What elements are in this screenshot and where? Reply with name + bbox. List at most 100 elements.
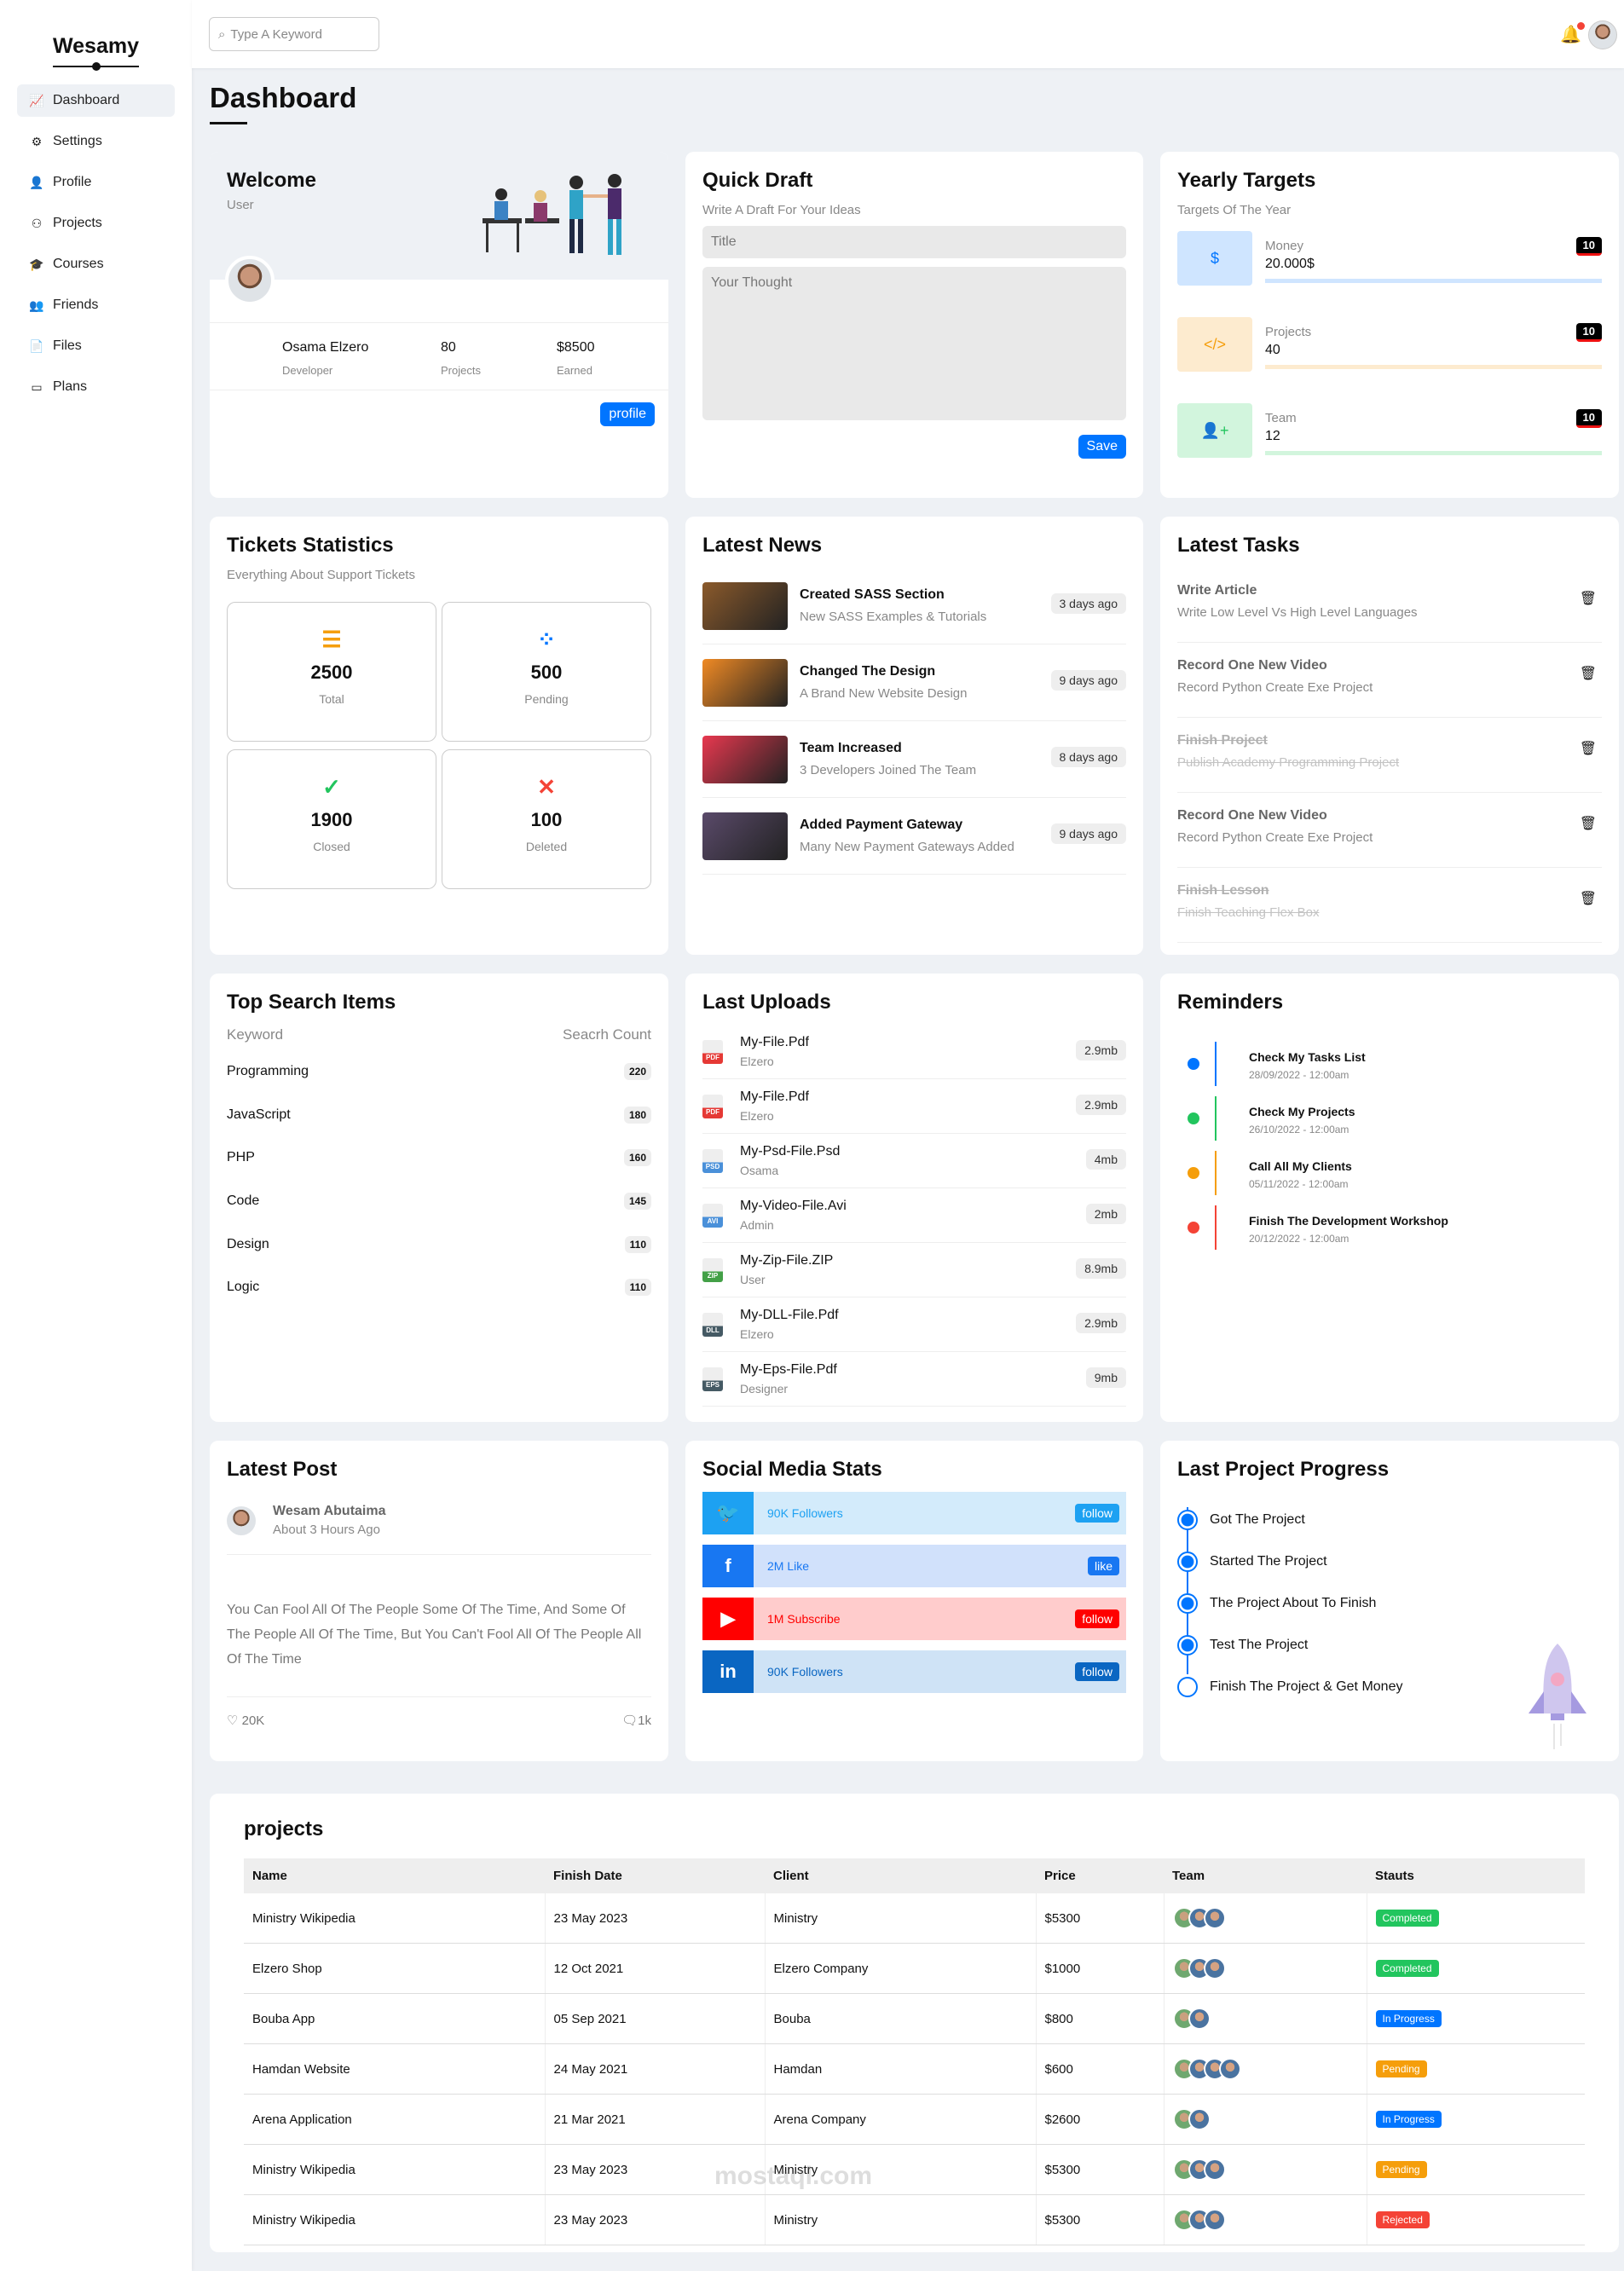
task-title: Record One New Video — [1177, 658, 1327, 673]
reminder-dot — [1188, 1222, 1199, 1234]
file-icon: DLL — [702, 1312, 723, 1337]
avatar[interactable] — [1588, 20, 1617, 49]
status-badge: Pending — [1375, 2161, 1427, 2178]
news-item[interactable]: Team Increased 3 Developers Joined The Te… — [702, 721, 1126, 798]
upload-item[interactable]: PDF My-File.Pdf Elzero 2.9mb — [702, 1079, 1126, 1134]
column-header: Finish Date — [545, 1858, 765, 1893]
upload-item[interactable]: PSD My-Psd-File.Psd Osama 4mb — [702, 1134, 1126, 1188]
trash-icon[interactable]: 🗑 — [1580, 665, 1597, 682]
cell-date: 24 May 2021 — [545, 2043, 766, 2095]
news-item[interactable]: Created SASS Section New SASS Examples & … — [702, 568, 1126, 644]
sidebar-item-label: Projects — [53, 216, 102, 230]
sidebar-item-settings[interactable]: ⚙ Settings — [17, 125, 175, 158]
team-avatars — [1172, 2008, 1358, 2030]
cell-price: $5300 — [1036, 2144, 1165, 2195]
social-button[interactable]: like — [1087, 1557, 1119, 1575]
earned-value: $8500 — [557, 340, 595, 355]
column-header: Team — [1164, 1858, 1367, 1893]
social-button[interactable]: follow — [1075, 1504, 1119, 1523]
reminder-item: Call All My Clients 05/11/2022 - 12:00am — [1177, 1146, 1602, 1200]
social-button[interactable]: follow — [1075, 1662, 1119, 1681]
cell-client: Ministry — [765, 1893, 1037, 1944]
topbar: ⌕ Type A Keyword 🔔 — [192, 0, 1624, 68]
upload-item[interactable]: ZIP My-Zip-File.ZIP User 8.9mb — [702, 1243, 1126, 1297]
upload-owner: Osama — [740, 1164, 779, 1177]
heart-icon: ♡ — [227, 1713, 239, 1728]
upload-owner: Admin — [740, 1218, 774, 1232]
target-label: Team — [1265, 411, 1297, 425]
draft-body-textarea[interactable]: Your Thought — [702, 267, 1126, 420]
cell-team — [1164, 2194, 1367, 2245]
sidebar-item-plans[interactable]: ▭ Plans — [17, 371, 175, 403]
user-role: Developer — [282, 364, 333, 377]
like-button[interactable]: ♡ 20K — [227, 1713, 264, 1728]
gear-icon: ⚙ — [31, 134, 43, 148]
task-item: Finish Project Publish Academy Programmin… — [1177, 718, 1602, 793]
reminder-date: 28/09/2022 - 12:00am — [1249, 1069, 1349, 1081]
sidebar-item-files[interactable]: 📄 Files — [17, 330, 175, 362]
ticket-label: Closed — [313, 840, 350, 853]
sidebar-item-projects[interactable]: ⚇ Projects — [17, 207, 175, 240]
upload-size: 2.9mb — [1076, 1095, 1126, 1115]
social-button[interactable]: follow — [1075, 1609, 1119, 1628]
cell-name: Arena Application — [244, 2094, 546, 2145]
ticket-icon: ✕ — [537, 774, 556, 800]
trash-icon[interactable]: 🗑 — [1580, 815, 1597, 832]
sidebar-item-friends[interactable]: 👥 Friends — [17, 289, 175, 321]
sidebar-item-dashboard[interactable]: 📈 Dashboard — [17, 84, 175, 117]
team-avatar — [1203, 1957, 1226, 1979]
news-time: 9 days ago — [1050, 823, 1126, 844]
upload-item[interactable]: AVI My-Video-File.Avi Admin 2mb — [702, 1188, 1126, 1243]
search-keyword: PHP — [227, 1150, 255, 1165]
news-title: Changed The Design — [800, 664, 936, 679]
upload-item[interactable]: DLL My-DLL-File.Pdf Elzero 2.9mb — [702, 1297, 1126, 1352]
post-body: You Can Fool All Of The People Some Of T… — [227, 1603, 642, 1667]
ticket-total: ☰ 2500 Total — [227, 602, 436, 742]
task-title: Write Article — [1177, 583, 1257, 598]
logo: Wesamy — [0, 34, 192, 71]
sidebar-item-label: Profile — [53, 175, 92, 189]
bell-icon[interactable]: 🔔 — [1560, 22, 1585, 45]
sidebar-item-courses[interactable]: 🎓 Courses — [17, 248, 175, 280]
trash-icon[interactable]: 🗑 — [1580, 890, 1597, 907]
credit-card-icon: ▭ — [31, 379, 43, 394]
post-title: Latest Post — [227, 1458, 338, 1481]
step-label: Test The Project — [1210, 1637, 1309, 1652]
task-desc: Write Low Level Vs High Level Languages — [1177, 605, 1418, 620]
count-header: Seacrh Count — [563, 1026, 651, 1043]
save-button[interactable]: Save — [1078, 435, 1126, 459]
task-item: Record One New Video Record Python Create… — [1177, 793, 1602, 868]
search-input[interactable]: ⌕ Type A Keyword — [209, 17, 379, 51]
target-icon: 👤+ — [1177, 403, 1252, 458]
search-keyword: Programming — [227, 1064, 309, 1079]
reminder-dot — [1188, 1112, 1199, 1124]
upload-name: My-File.Pdf — [740, 1089, 809, 1104]
news-thumbnail — [702, 581, 788, 630]
step-label: Finish The Project & Get Money — [1210, 1679, 1403, 1694]
ticket-pending: ⁘ 500 Pending — [442, 602, 651, 742]
comment-button[interactable]: 🗨1k — [621, 1713, 651, 1728]
trash-icon[interactable]: 🗑 — [1580, 590, 1597, 607]
profile-button[interactable]: profile — [600, 402, 655, 426]
reminder-title: Call All My Clients — [1249, 1159, 1352, 1173]
upload-item[interactable]: EPS My-Eps-File.Pdf Designer 9mb — [702, 1352, 1126, 1407]
draft-title-input[interactable]: Title — [702, 226, 1126, 258]
search-item: Programming 220 — [227, 1050, 651, 1094]
search-keyword: Design — [227, 1236, 269, 1251]
file-icon: PDF — [702, 1094, 723, 1118]
target-row: 👤+ Team 12 10 — [1177, 403, 1602, 458]
projects-label: Projects — [441, 364, 481, 377]
target-icon: </> — [1177, 317, 1252, 372]
team-avatar — [1203, 1907, 1226, 1929]
sidebar-item-profile[interactable]: 👤 Profile — [17, 166, 175, 199]
watermark: mostaql.com — [714, 2162, 873, 2190]
upload-item[interactable]: PDF My-File.Pdf Elzero 2.9mb — [702, 1025, 1126, 1079]
news-item[interactable]: Changed The Design A Brand New Website De… — [702, 644, 1126, 721]
trash-icon[interactable]: 🗑 — [1580, 740, 1597, 757]
news-item[interactable]: Added Payment Gateway Many New Payment Ga… — [702, 798, 1126, 875]
target-icon: $ — [1177, 231, 1252, 286]
news-time: 9 days ago — [1050, 670, 1126, 691]
upload-owner: Designer — [740, 1382, 789, 1396]
youtube-icon: ▶ — [702, 1598, 754, 1640]
cell-team — [1164, 1993, 1367, 2044]
